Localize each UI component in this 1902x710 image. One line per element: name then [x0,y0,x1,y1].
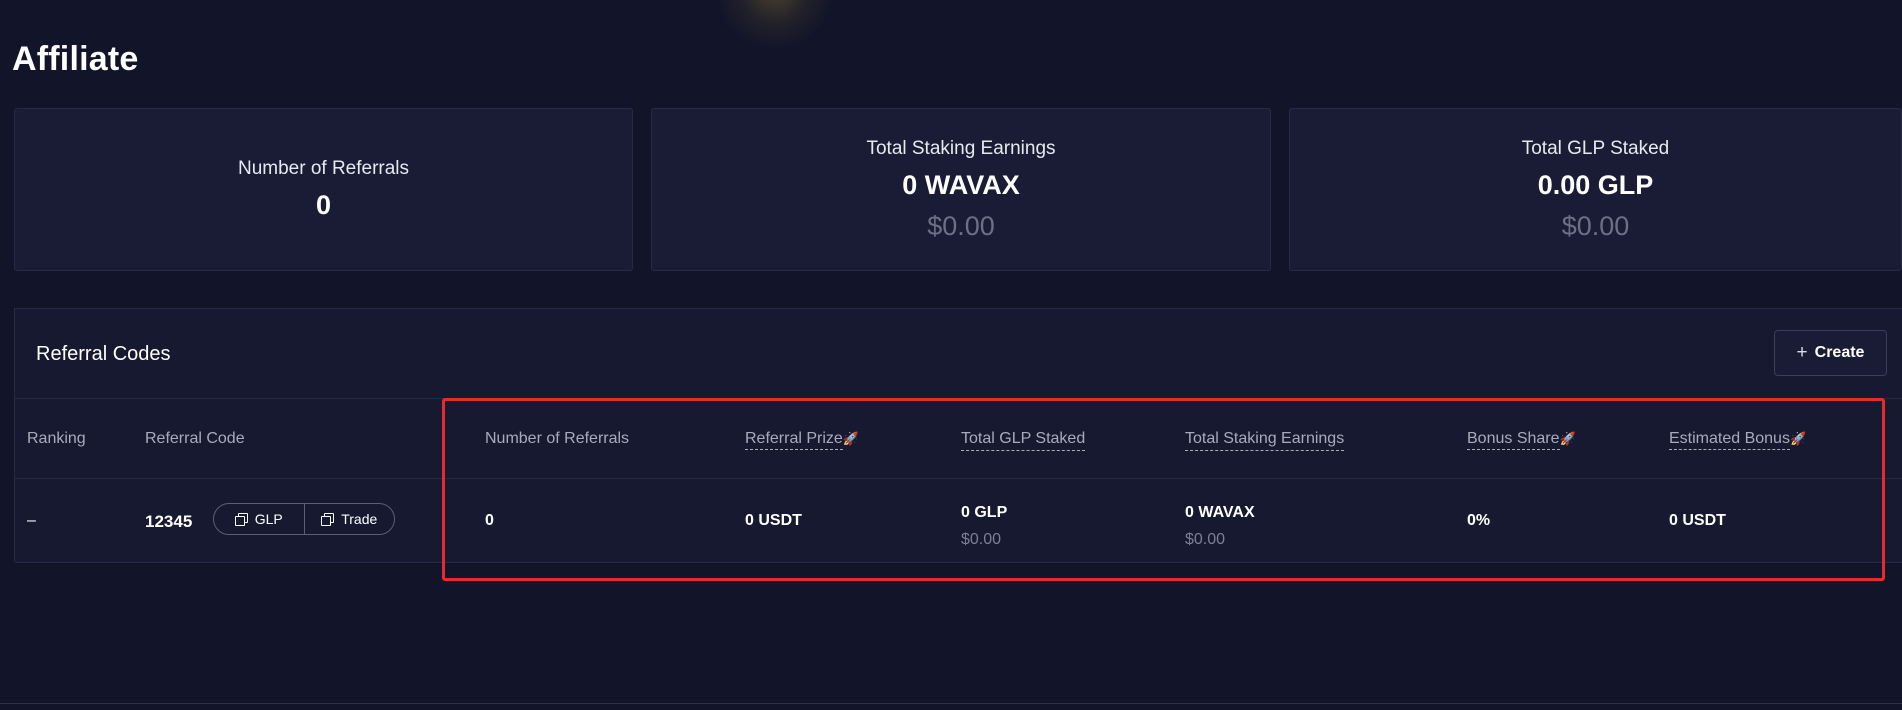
referral-codes-panel: Referral Codes + Create Ranking Referral… [14,308,1902,563]
cell-total-glp-staked-usd: $0.00 [961,531,1002,548]
column-header-label: Estimated Bonus [1669,430,1790,450]
cell-referral-code: 12345 [145,512,193,531]
cell-number-of-referrals: 0 [485,512,494,529]
stat-card-staking-earnings: Total Staking Earnings 0 WAVAX $0.00 [651,108,1271,271]
copy-glp-label: GLP [254,511,283,527]
cell-total-glp-staked: 0 GLP [961,504,1008,521]
copy-trade-label: Trade [341,511,378,527]
cell-bonus-share: 0% [1467,512,1491,529]
cell-total-staking-earnings: 0 WAVAX [1185,504,1255,521]
column-header-ranking: Ranking [27,430,86,447]
divider [0,703,1902,704]
column-header-bonus-share[interactable]: Bonus Share🚀 [1467,430,1576,450]
stat-card-glp-staked: Total GLP Staked 0.00 GLP $0.00 [1289,108,1902,271]
copy-glp-link-button[interactable]: GLP [214,504,304,534]
copy-link-pill: GLP Trade [213,503,395,535]
column-header-referral-code: Referral Code [145,430,245,447]
cell-estimated-bonus: 0 USDT [1669,512,1726,529]
stat-usd-value: $0.00 [927,210,995,241]
copy-icon [321,513,335,526]
plus-icon: + [1796,342,1808,363]
stat-label: Number of Referrals [237,158,410,179]
column-header-total-glp-staked[interactable]: Total GLP Staked [961,430,1086,451]
column-header-label: Referral Prize [745,430,843,450]
column-header-total-staking-earnings[interactable]: Total Staking Earnings [1185,430,1345,451]
panel-title: Referral Codes [36,343,171,365]
cell-ranking: – [27,512,36,529]
stat-value: 0 WAVAX [902,169,1020,200]
stat-value: 0 [315,190,332,220]
rocket-icon: 🚀 [1789,431,1807,446]
create-button[interactable]: + Create [1774,330,1887,376]
cell-referral-prize: 0 USDT [745,512,802,529]
copy-trade-link-button[interactable]: Trade [305,504,395,534]
cell-total-staking-earnings-usd: $0.00 [1185,531,1226,548]
column-header-referral-prize[interactable]: Referral Prize🚀 [745,430,859,450]
table-row: – 12345 GLP Trade 0 0 USDT 0 GLP $0.00 0… [15,479,1902,563]
column-header-label: Bonus Share [1467,430,1560,450]
rocket-icon: 🚀 [1559,431,1576,446]
background-glow [715,0,835,50]
rocket-icon: 🚀 [842,431,859,446]
stat-usd-value: $0.00 [1561,210,1630,241]
stat-label: Total Staking Earnings [866,137,1056,159]
copy-icon [234,513,248,526]
table-header: Ranking Referral Code Number of Referral… [15,398,1902,479]
stat-card-referrals: Number of Referrals 0 [14,108,633,271]
column-header-estimated-bonus[interactable]: Estimated Bonus🚀 [1669,430,1807,450]
page-title: Affiliate [12,40,139,78]
stat-label: Total GLP Staked [1521,137,1670,159]
create-button-label: Create [1814,344,1865,361]
stat-value: 0.00 GLP [1537,169,1654,200]
column-header-number-of-referrals: Number of Referrals [485,430,630,447]
